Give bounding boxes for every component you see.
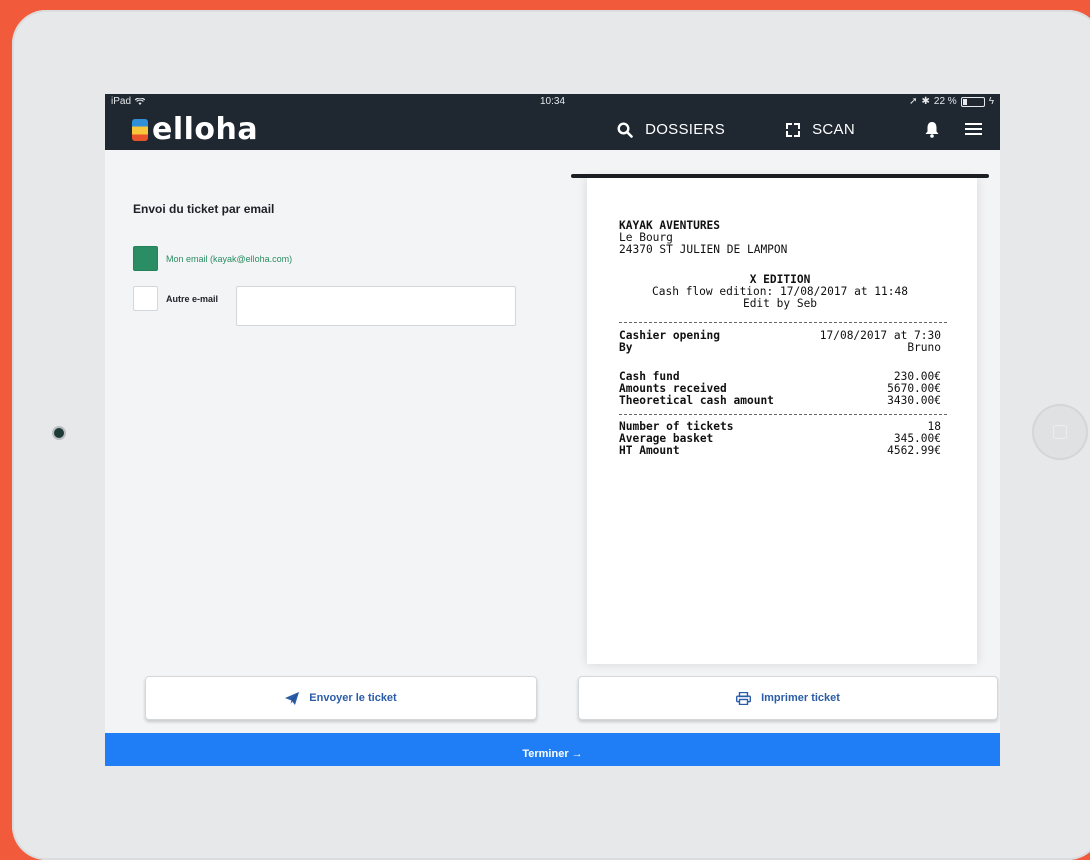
menu-button[interactable] bbox=[965, 122, 982, 136]
battery-icon bbox=[960, 96, 985, 107]
my-email-option[interactable]: Mon email (kayak@elloha.com) bbox=[133, 246, 292, 271]
status-time: 10:34 bbox=[539, 96, 566, 107]
location-icon: ➚ bbox=[909, 96, 918, 107]
other-email-input[interactable] bbox=[236, 286, 516, 326]
receipt-amounts-section: Cash fund 230.00€ Amounts received 5670.… bbox=[619, 370, 941, 408]
receipt-separator bbox=[619, 414, 947, 415]
other-email-checkbox[interactable] bbox=[133, 286, 158, 311]
other-email-option[interactable]: Autre e-mail bbox=[133, 286, 218, 311]
receipt-row: Theoretical cash amount 3430.00€ bbox=[619, 395, 941, 407]
camera bbox=[54, 428, 64, 438]
receipt-paper: KAYAK AVENTURES Le Bourg 24370 ST JULIEN… bbox=[587, 178, 977, 664]
receipt-row-label: HT Amount bbox=[619, 444, 680, 458]
receipt-edited-by: Edit by Seb bbox=[742, 297, 818, 311]
finish-button[interactable]: Terminer → bbox=[105, 733, 1000, 766]
receipt-row-value: 3430.00€ bbox=[887, 394, 941, 408]
home-button[interactable] bbox=[1032, 404, 1088, 460]
app-header: elloha DOSSIERS SCAN bbox=[105, 110, 1000, 150]
scan-icon bbox=[786, 122, 801, 137]
status-right: ➚ ✱ 22 % ϟ bbox=[909, 96, 994, 107]
my-email-checkbox[interactable] bbox=[133, 246, 158, 271]
my-email-label: Mon email (kayak@elloha.com) bbox=[166, 253, 293, 264]
menu-icon bbox=[965, 123, 982, 135]
search-icon bbox=[617, 121, 633, 138]
paper-plane-icon bbox=[285, 691, 300, 705]
receipt-opening-section: Cashier opening 17/08/2017 at 7:30 By Br… bbox=[619, 329, 941, 355]
charging-icon: ϟ bbox=[988, 96, 994, 107]
send-ticket-button[interactable]: Envoyer le ticket bbox=[145, 676, 537, 720]
print-ticket-label: Imprimer ticket bbox=[761, 692, 840, 704]
receipt-row: By Bruno bbox=[619, 341, 941, 355]
dossiers-label: DOSSIERS bbox=[645, 121, 725, 138]
logo-text: elloha bbox=[152, 112, 259, 147]
receipt-preview: KAYAK AVENTURES Le Bourg 24370 ST JULIEN… bbox=[571, 174, 989, 674]
receipt-row-label: Theoretical cash amount bbox=[619, 394, 774, 408]
elloha-logo[interactable]: elloha bbox=[132, 114, 258, 146]
scan-button[interactable]: SCAN bbox=[786, 121, 855, 138]
battery-percent: 22 % bbox=[933, 96, 957, 107]
bell-icon bbox=[925, 122, 939, 138]
other-email-label: Autre e-mail bbox=[166, 293, 219, 304]
notifications-button[interactable] bbox=[924, 121, 940, 138]
send-ticket-label: Envoyer le ticket bbox=[309, 692, 397, 704]
bluetooth-icon: ✱ bbox=[921, 96, 930, 107]
receipt-edition-info: X EDITION Cash flow edition: 17/08/2017 … bbox=[619, 273, 941, 311]
ipad-frame: iPad 10:34 ➚ ✱ 22 % ϟ elloha DOSSIERS SC… bbox=[12, 10, 1090, 860]
printer-icon bbox=[736, 691, 752, 705]
receipt-address-line2: 24370 ST JULIEN DE LAMPON bbox=[619, 243, 788, 257]
scan-label: SCAN bbox=[812, 121, 855, 138]
receipt-row-label: Cashier opening bbox=[619, 329, 721, 342]
receipt-row-value: Bruno bbox=[907, 341, 941, 355]
battery-fill bbox=[962, 98, 967, 105]
receipt-row-value: 4562.99€ bbox=[887, 444, 941, 458]
email-section-title: Envoi du ticket par email bbox=[133, 202, 275, 216]
receipt-stats-section: Number of tickets 18 Average basket 345.… bbox=[619, 420, 941, 458]
receipt-shop-info: KAYAK AVENTURES Le Bourg 24370 ST JULIEN… bbox=[619, 219, 941, 257]
receipt-row: HT Amount 4562.99€ bbox=[619, 445, 941, 457]
print-ticket-button[interactable]: Imprimer ticket bbox=[578, 676, 998, 720]
status-bar: iPad 10:34 ➚ ✱ 22 % ϟ bbox=[105, 94, 1000, 110]
dossiers-button[interactable]: DOSSIERS bbox=[617, 121, 725, 138]
receipt-row-label: By bbox=[619, 341, 633, 355]
receipt-separator bbox=[619, 322, 947, 323]
logo-mark-icon bbox=[132, 119, 148, 141]
receipt-row: Cashier opening 17/08/2017 at 7:30 bbox=[619, 329, 941, 342]
screen: iPad 10:34 ➚ ✱ 22 % ϟ elloha DOSSIERS SC… bbox=[105, 94, 1000, 766]
